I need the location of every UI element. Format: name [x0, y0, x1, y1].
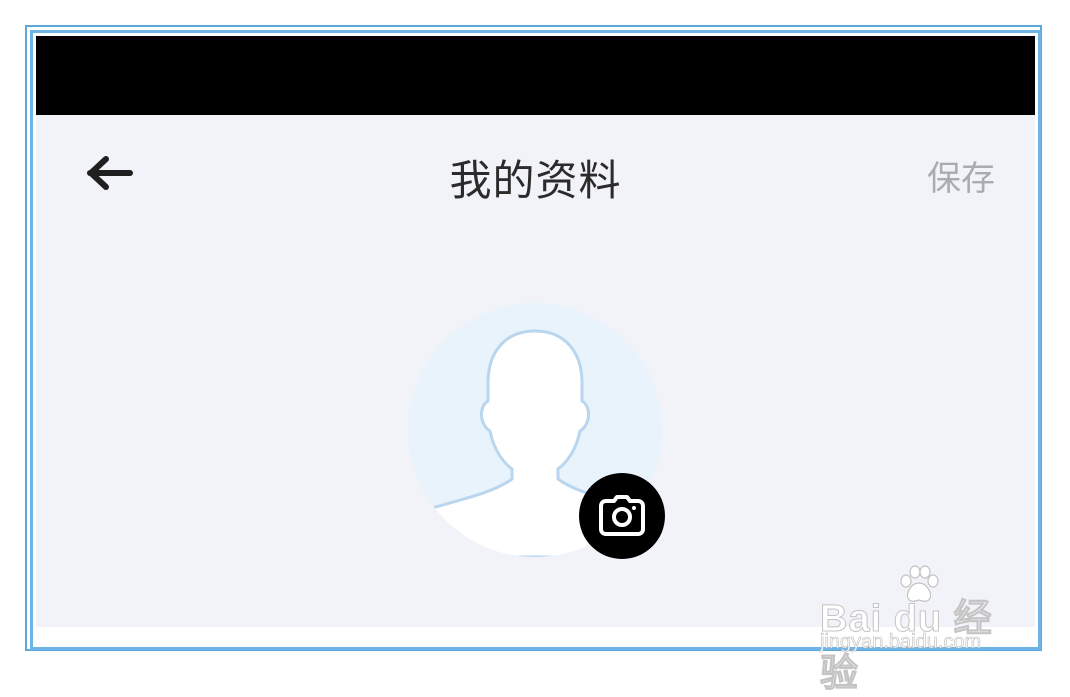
status-bar [36, 36, 1035, 115]
nav-bar: 我的资料 保存 [36, 115, 1035, 235]
camera-icon [599, 495, 645, 536]
save-button[interactable]: 保存 [927, 151, 995, 200]
profile-screen: 我的资料 保存 [36, 115, 1035, 627]
bottom-strip [36, 627, 1035, 644]
page-title: 我的资料 [449, 156, 622, 205]
phone-screenshot-frame: 我的资料 保存 [30, 30, 1041, 650]
change-avatar-button[interactable] [579, 473, 665, 559]
